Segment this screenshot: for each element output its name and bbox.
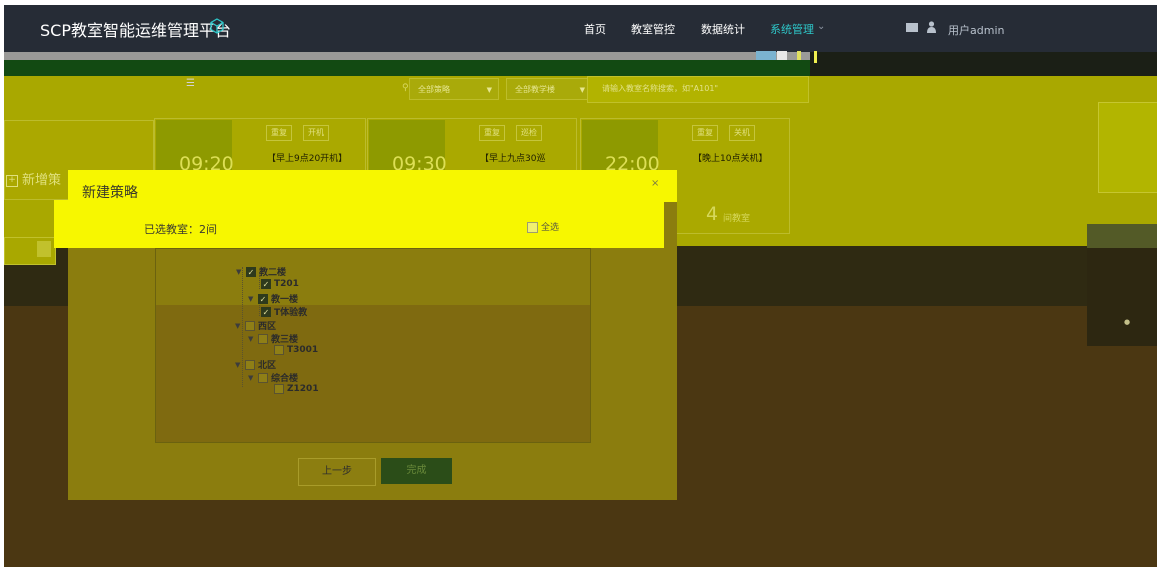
caret-down-icon: ▼ (579, 86, 585, 94)
repeat-tag: 重复 (692, 125, 718, 141)
tree-node[interactable]: ▼ 西区 (235, 319, 276, 332)
dot-icon: ● (1124, 318, 1131, 326)
tree-body (156, 305, 590, 442)
checkbox-icon (527, 222, 538, 233)
strategy-desc: 【晚上10点关机】 (693, 154, 768, 164)
dark-band (810, 52, 1157, 76)
add-strategy-button[interactable]: + 新增策 (6, 169, 61, 188)
tree-node-label: 教一楼 (271, 295, 299, 305)
plus-icon: + (6, 174, 18, 187)
strategy-card-partial[interactable] (1098, 102, 1157, 193)
checkbox-icon[interactable]: ✓ (258, 293, 268, 304)
app-stage: SCP教室智能运维管理平台 首页 教室管控 数据统计 系统管理 ⌄ 用户admi… (4, 5, 1157, 567)
checkbox-icon[interactable] (274, 384, 284, 394)
tree-node[interactable]: ▼ 综合楼 (248, 371, 298, 384)
tree-node-label: T201 (274, 279, 299, 289)
strategy-desc: 【早上九点30巡 (480, 154, 546, 164)
tree-node[interactable]: ✓ T201 (261, 279, 299, 289)
user-icon (927, 21, 936, 33)
building-filter[interactable]: 全部教学楼 ▼ (506, 78, 592, 100)
repeat-tag: 重复 (266, 125, 292, 141)
chevron-down-icon: ⌄ (817, 21, 826, 32)
checkbox-icon[interactable] (258, 333, 268, 344)
section-label: ☰ (186, 78, 195, 89)
classroom-count-label: 间教室 (723, 214, 751, 224)
checkbox-icon[interactable]: ✓ (261, 306, 271, 317)
expand-icon[interactable]: ▼ (235, 361, 245, 369)
app-title: SCP教室智能运维管理平台 (40, 21, 231, 40)
menu-system-management[interactable]: 系统管理 (770, 21, 814, 37)
tree-node-label: T体验教 (274, 308, 308, 318)
tree-node[interactable]: ▼ 教三楼 (248, 332, 298, 345)
modal-highlight (68, 170, 677, 202)
done-button[interactable]: 完成 (381, 458, 452, 484)
action-tag: 巡检 (516, 125, 542, 141)
tree-node[interactable]: ▼ ✓ 教二楼 (236, 265, 286, 278)
expand-icon[interactable]: ▼ (248, 374, 258, 382)
checkbox-icon[interactable] (274, 345, 284, 355)
close-icon[interactable]: × (651, 178, 659, 189)
select-all-checkbox[interactable]: 全选 (527, 220, 559, 233)
tree-node-label: 教三楼 (271, 335, 299, 345)
caret-down-icon: ▼ (486, 86, 492, 94)
menu-home[interactable]: 首页 (584, 21, 606, 37)
tree-node[interactable]: ▼ 北区 (235, 358, 276, 371)
checkbox-icon[interactable] (258, 372, 268, 383)
expand-icon[interactable]: ▼ (236, 268, 246, 276)
expand-icon[interactable]: ▼ (235, 322, 245, 330)
checkbox-icon[interactable] (245, 359, 255, 370)
mail-icon[interactable] (906, 23, 918, 32)
search-icon: ⚲ (402, 83, 409, 93)
checkbox-icon[interactable]: ✓ (261, 279, 271, 289)
checkbox-icon[interactable] (245, 320, 255, 331)
strategy-desc: 【早上9点20开机】 (267, 154, 348, 164)
action-tag: 关机 (729, 125, 755, 141)
classroom-count: 4 (706, 203, 719, 225)
menu-statistics[interactable]: 数据统计 (701, 21, 745, 37)
tree-node-label: T3001 (287, 345, 319, 355)
menu-classroom-control[interactable]: 教室管控 (631, 21, 675, 37)
prev-step-button[interactable]: 上一步 (298, 458, 376, 486)
search-input[interactable]: 请输入教室名称搜索，如"A101" (587, 76, 809, 103)
selected-count: 已选教室：2间 (144, 223, 217, 236)
tree-node[interactable]: ✓ T体验教 (261, 305, 307, 318)
strategy-filter-label: 全部策略 (418, 85, 450, 94)
repeat-tag: 重复 (479, 125, 505, 141)
checkbox-icon[interactable]: ✓ (246, 266, 256, 277)
button-partial (37, 241, 51, 257)
building-filter-label: 全部教学楼 (515, 85, 555, 94)
user-name[interactable]: 用户admin (948, 22, 1004, 38)
add-strategy-label: 新增策 (22, 173, 62, 188)
divider (4, 52, 810, 60)
tree-node-label: 综合楼 (271, 374, 299, 384)
expand-icon[interactable]: ▼ (248, 295, 258, 303)
tree-node[interactable]: Z1201 (274, 384, 319, 394)
modal-title: 新建策略 (82, 185, 138, 201)
cube-icon (210, 18, 224, 34)
top-nav: SCP教室智能运维管理平台 首页 教室管控 数据统计 系统管理 ⌄ 用户admi… (4, 5, 1157, 52)
tree-node[interactable]: T3001 (274, 345, 318, 355)
select-all-label: 全选 (541, 223, 560, 233)
tree-node-label: 教二楼 (259, 268, 287, 278)
classroom-tree (155, 248, 591, 443)
action-tag: 开机 (303, 125, 329, 141)
side-panel-header (1087, 224, 1157, 248)
tree-node-label: Z1201 (287, 384, 319, 394)
tree-node-label: 西区 (258, 322, 277, 332)
glitch-artifact (814, 51, 817, 63)
tree-node-label: 北区 (258, 361, 277, 371)
tree-node[interactable]: ▼ ✓ 教一楼 (248, 292, 298, 305)
expand-icon[interactable]: ▼ (248, 335, 258, 343)
strategy-filter[interactable]: 全部策略 ▼ (409, 78, 499, 100)
